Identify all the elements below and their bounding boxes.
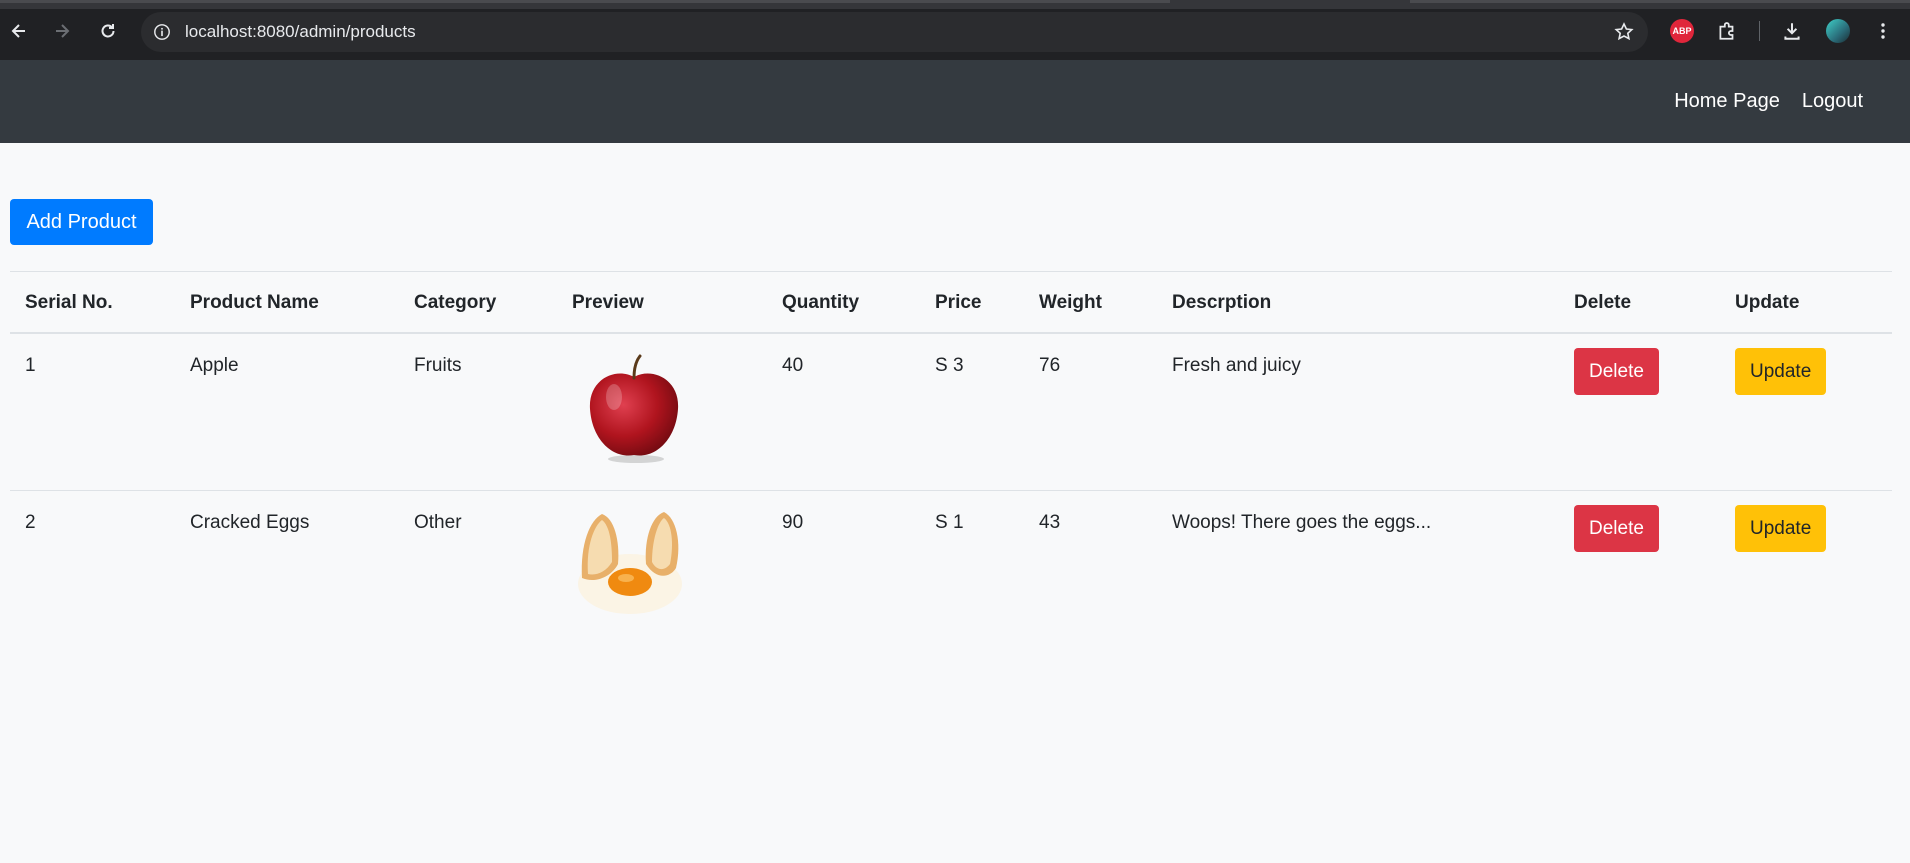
adblock-plus-icon[interactable]: ABP: [1669, 18, 1695, 44]
puzzle-extension-icon[interactable]: [1714, 18, 1740, 44]
delete-button[interactable]: Delete: [1574, 348, 1659, 395]
update-button[interactable]: Update: [1735, 348, 1827, 395]
cell-category: Fruits: [399, 333, 557, 491]
toolbar-separator: [1759, 21, 1760, 41]
cell-description: Woops! There goes the eggs...: [1172, 511, 1432, 533]
nav-link-home[interactable]: Home Page: [1674, 90, 1780, 113]
table-header-row: Serial No. Product Name Category Preview…: [10, 271, 1892, 334]
back-icon[interactable]: [4, 16, 34, 46]
header-update: Update: [1720, 271, 1892, 334]
cell-serial: 1: [10, 333, 175, 491]
update-button[interactable]: Update: [1735, 504, 1827, 552]
cell-price: S 1: [935, 511, 964, 533]
forward-icon[interactable]: [47, 16, 77, 46]
cell-quantity: 90: [782, 511, 804, 533]
cell-delete: Delete: [1559, 490, 1720, 647]
cell-price: S 3: [920, 333, 1024, 491]
browser-chrome: localhost:8080/admin/products ABP: [0, 0, 1910, 60]
cell-product-name: Apple: [175, 333, 399, 491]
add-product-button[interactable]: Add Product: [10, 199, 153, 245]
cell-quantity: 40: [767, 333, 920, 491]
nav-link-logout[interactable]: Logout: [1802, 90, 1863, 113]
header-quantity: Quantity: [767, 271, 920, 334]
header-description: Descrption: [1157, 271, 1559, 334]
header-category: Category: [399, 271, 557, 334]
header-weight: Weight: [1024, 271, 1157, 334]
table-row: 2 Cracked Eggs Other 90 S 1 43 Woops! Th…: [10, 490, 1892, 647]
download-icon[interactable]: [1779, 18, 1805, 44]
url-text[interactable]: localhost:8080/admin/products: [185, 22, 416, 42]
cell-product-name: Cracked Eggs: [190, 511, 310, 533]
header-product-name: Product Name: [175, 271, 399, 334]
bookmark-star-icon[interactable]: [1614, 22, 1634, 42]
more-menu-icon[interactable]: [1870, 18, 1896, 44]
cell-category: Other: [414, 511, 462, 533]
top-navbar: Home Page Logout: [0, 60, 1910, 143]
header-price: Price: [920, 271, 1024, 334]
delete-button[interactable]: Delete: [1574, 504, 1659, 552]
profile-avatar[interactable]: [1825, 18, 1851, 44]
main-content: Add Product Serial No. Product Name Cate…: [0, 143, 1910, 647]
cell-preview: [557, 333, 767, 491]
cell-weight: 43: [1039, 511, 1061, 533]
table-row: 1 Apple Fruits 40 S 3 76 Fresh and juicy…: [10, 333, 1892, 491]
apple-image: [572, 347, 692, 467]
header-serial: Serial No.: [10, 271, 175, 334]
tab-strip-edge: [0, 0, 1910, 9]
header-delete: Delete: [1559, 271, 1720, 334]
cell-serial: 2: [25, 511, 36, 533]
cell-delete: Delete: [1559, 333, 1720, 491]
cell-preview: [557, 490, 767, 647]
cracked-egg-image: [572, 504, 692, 624]
cell-update: Update: [1720, 490, 1892, 647]
cell-weight: 76: [1024, 333, 1157, 491]
address-bar[interactable]: localhost:8080/admin/products: [141, 12, 1648, 52]
cell-description: Fresh and juicy: [1157, 333, 1559, 491]
site-info-icon[interactable]: [152, 22, 172, 42]
reload-icon[interactable]: [93, 16, 123, 46]
cell-update: Update: [1720, 333, 1892, 491]
products-table: Serial No. Product Name Category Preview…: [10, 271, 1892, 647]
header-preview: Preview: [557, 271, 767, 334]
